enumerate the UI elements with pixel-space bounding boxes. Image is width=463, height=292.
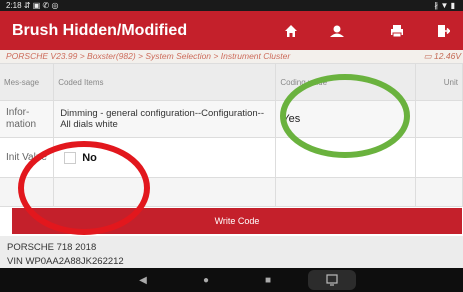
option-checkbox[interactable] [64, 151, 77, 164]
print-button[interactable] [379, 11, 415, 50]
recent-apps-icon: ■ [264, 274, 272, 286]
table-row-empty [0, 177, 463, 207]
exit-icon [438, 24, 450, 37]
user-icon [330, 25, 344, 37]
coding-table: Mes-sage Coded Items Coding value Unit I… [0, 64, 463, 207]
vehicle-vin: VIN WP0AA2A88JK262212 [7, 256, 124, 267]
row-unit [415, 137, 463, 178]
status-icons: ⇵ ▣ ✆ ◎ [23, 1, 59, 10]
row-message: Init Value [0, 137, 55, 178]
voltage-value: 12.46V [434, 51, 461, 61]
row-coding-value[interactable]: Yes [275, 100, 416, 138]
header-unit: Unit [415, 64, 463, 101]
battery-voltage: ▭ 12.46V [424, 50, 461, 63]
back-icon: ◀ [139, 274, 147, 286]
row-coding-value [275, 137, 416, 178]
breadcrumb-path: PORSCHE V23.99 > Boxster(982) > System S… [6, 51, 291, 61]
vehicle-info: PORSCHE 718 2018 VIN WP0AA2A88JK262212 [0, 236, 463, 268]
back-button[interactable]: ◀ [133, 268, 153, 292]
breadcrumb: PORSCHE V23.99 > Boxster(982) > System S… [0, 50, 463, 64]
battery-icon: ▭ [423, 51, 435, 61]
row-coded-item: Dimming - general configuration--Configu… [53, 100, 277, 138]
table-row[interactable]: Infor-mation Dimming - general configura… [0, 100, 463, 138]
option-no[interactable]: No [60, 151, 269, 164]
navigation-bar: ◀ ● ■ [0, 268, 463, 292]
home-icon [285, 24, 297, 37]
option-label: No [82, 151, 97, 164]
status-time: 2:18 [6, 1, 22, 10]
table-header: Mes-sage Coded Items Coding value Unit [0, 64, 463, 101]
title-bar: Brush Hidden/Modified [0, 11, 463, 50]
print-icon [391, 24, 403, 37]
exit-button[interactable] [425, 11, 461, 50]
write-code-button[interactable]: Write Code [12, 208, 462, 234]
vehicle-model: PORSCHE 718 2018 [7, 242, 97, 253]
header-coded-items: Coded Items [53, 64, 277, 101]
page-title: Brush Hidden/Modified [12, 22, 188, 39]
header-coding-value: Coding value [275, 64, 416, 101]
screenshot-icon [326, 274, 338, 286]
table-row[interactable]: Init Value No [0, 137, 463, 178]
status-bar-left: 2:18 ⇵ ▣ ✆ ◎ [6, 0, 58, 11]
recent-apps-button[interactable]: ■ [258, 268, 278, 292]
row-message: Infor-mation [0, 100, 55, 138]
screenshot-button[interactable] [308, 270, 356, 290]
header-message: Mes-sage [0, 64, 55, 101]
row-unit [415, 100, 463, 138]
home-nav-button[interactable]: ● [196, 268, 216, 292]
home-dot-icon: ● [202, 274, 210, 286]
row-option-cell: No [53, 137, 277, 178]
home-button[interactable] [273, 11, 309, 50]
status-bar: 2:18 ⇵ ▣ ✆ ◎ ∦ ▼ ▮ [0, 0, 463, 11]
user-button[interactable] [319, 11, 355, 50]
status-icons-right: ∦ ▼ ▮ [434, 1, 455, 10]
